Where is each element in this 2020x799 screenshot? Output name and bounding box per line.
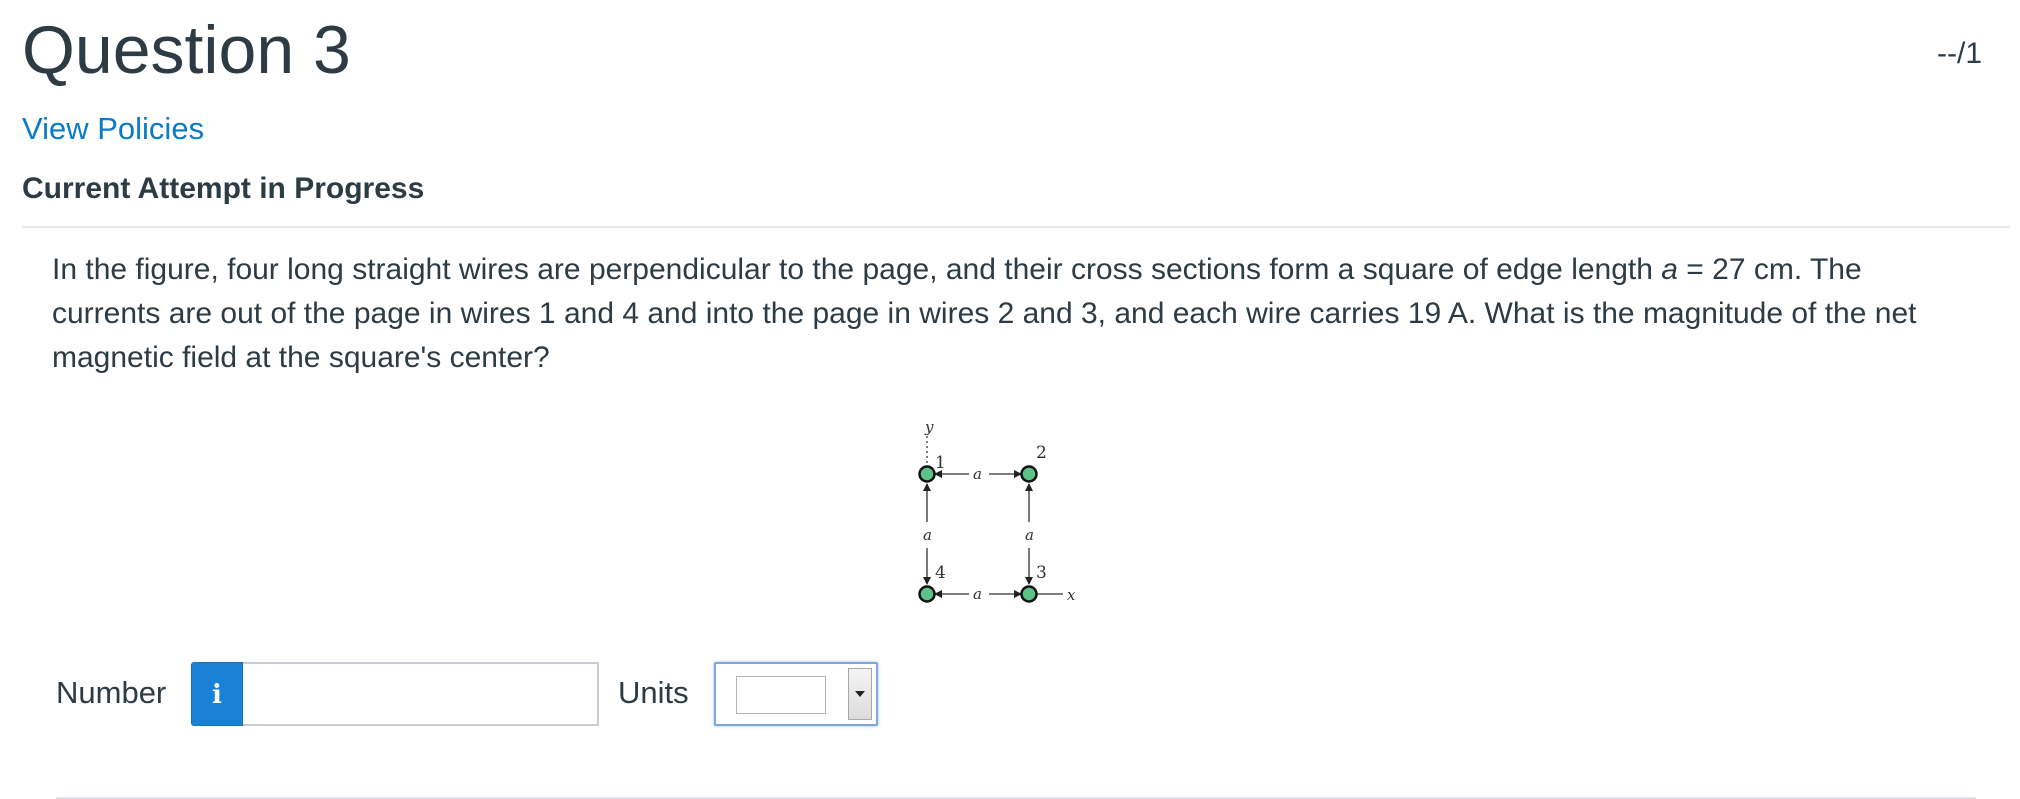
wire-1-circle xyxy=(918,465,936,483)
question-text-part1: In the figure, four long straight wires … xyxy=(52,253,1662,286)
figure-svg: y a a a a x 1 2 3 4 xyxy=(918,418,1076,604)
question-variable-a: a xyxy=(1661,253,1678,286)
question-header: Question 3 --/1 xyxy=(22,8,1982,88)
wire-4-circle xyxy=(918,585,936,603)
x-axis-label: x xyxy=(1067,586,1076,604)
wire-2-circle xyxy=(1020,465,1038,483)
wire-1-label: 1 xyxy=(935,453,946,473)
units-label: Units xyxy=(618,675,689,710)
wire-2-label: 2 xyxy=(1036,443,1047,463)
answer-row: Number i Units xyxy=(56,660,956,726)
attempt-status: Current Attempt in Progress xyxy=(22,172,425,205)
wire-square-figure: y a a a a x 1 2 3 4 xyxy=(905,408,1125,608)
view-policies-link[interactable]: View Policies xyxy=(22,110,204,148)
wire-3-label: 3 xyxy=(1036,563,1047,583)
wire-4-label: 4 xyxy=(935,563,946,583)
y-axis-label: y xyxy=(924,418,934,436)
question-text: In the figure, four long straight wires … xyxy=(52,248,1972,380)
question-points: --/1 xyxy=(1937,37,1982,70)
info-icon[interactable]: i xyxy=(191,662,243,726)
number-input[interactable] xyxy=(243,662,599,726)
question-title: Question 3 xyxy=(22,12,351,88)
right-edge-label: a xyxy=(1025,526,1034,544)
units-dropdown[interactable] xyxy=(714,662,878,726)
number-label: Number xyxy=(56,675,167,710)
bottom-edge-label: a xyxy=(973,585,982,603)
wire-3-circle xyxy=(1020,585,1038,603)
header-divider xyxy=(22,226,2010,228)
units-selected-value xyxy=(736,676,826,714)
chevron-down-icon[interactable] xyxy=(848,668,872,720)
top-edge-label: a xyxy=(973,465,982,483)
left-edge-label: a xyxy=(923,526,932,544)
